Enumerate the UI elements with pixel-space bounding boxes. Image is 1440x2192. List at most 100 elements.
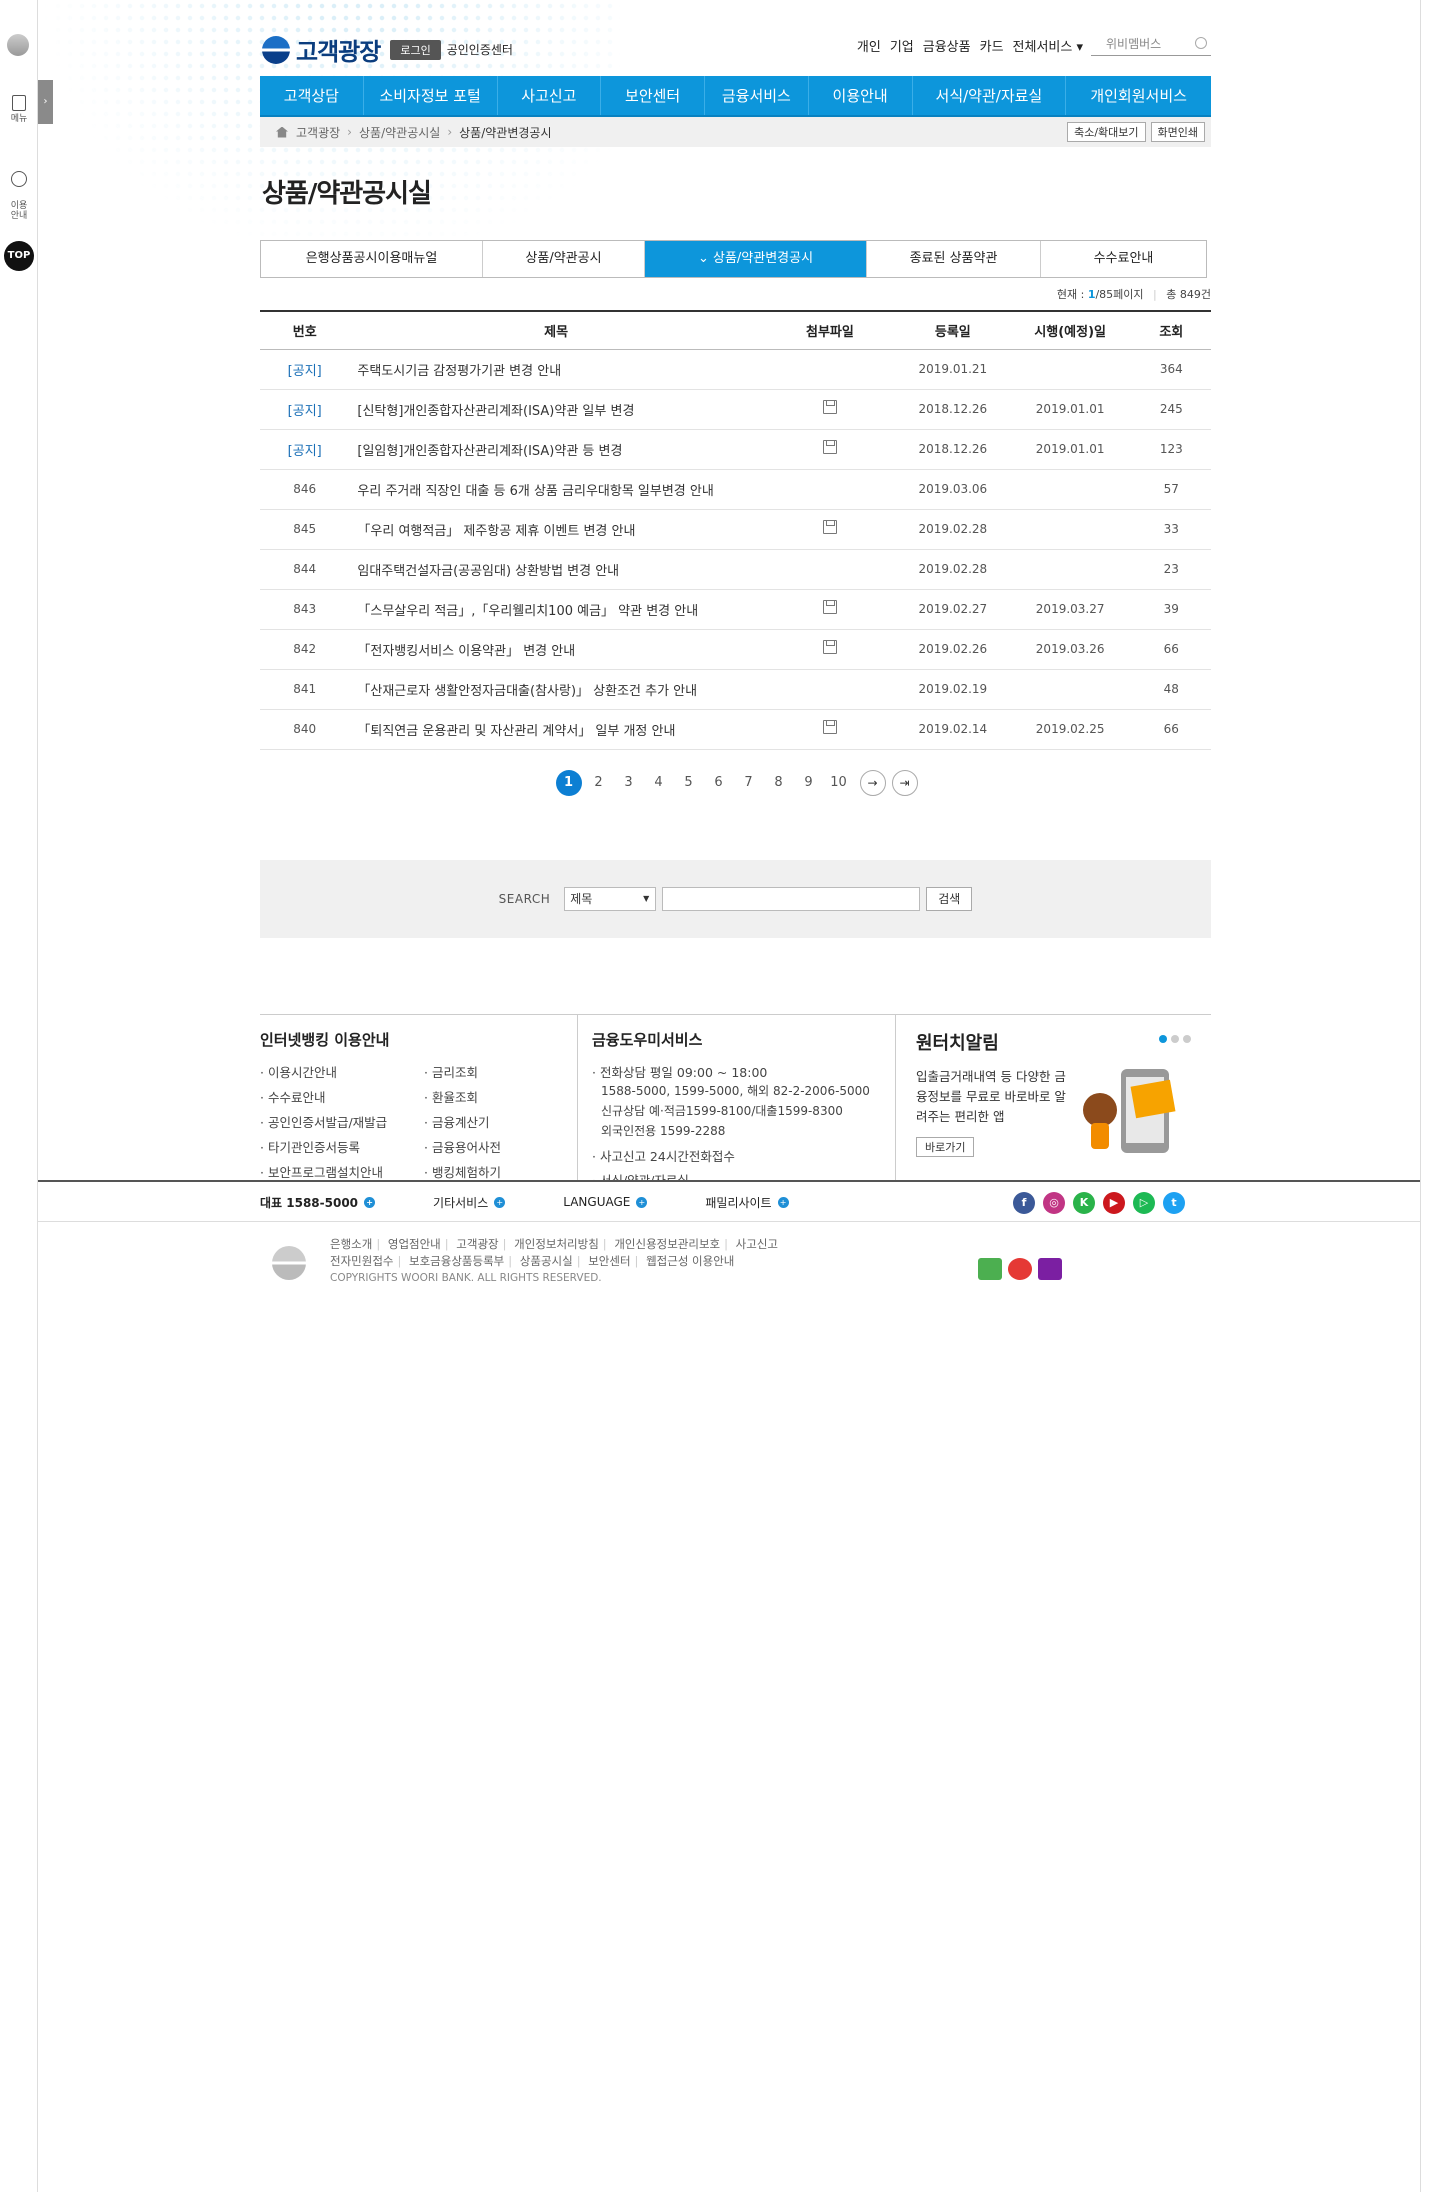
table-row[interactable]: 840 「퇴직연금 운용관리 및 자산관리 계약서」 일부 개정 안내 2019.0…: [260, 709, 1211, 750]
indicator-dot[interactable]: [1183, 1034, 1191, 1043]
banking-guide-link[interactable]: 뱅킹체험하기: [424, 1162, 564, 1181]
banking-guide-link[interactable]: 금융계산기: [424, 1112, 564, 1131]
footer-link[interactable]: 고객광장: [456, 1237, 498, 1251]
table-row[interactable]: [공지] [신탁형]개인종합자산관리계좌(ISA)약관 일부 변경 2018.12.…: [260, 389, 1211, 430]
row-attachment[interactable]: [762, 589, 897, 630]
footer-link[interactable]: 보호금융상품등록부: [409, 1254, 504, 1268]
tab-ended-terms[interactable]: 종료된 상품약관: [867, 241, 1041, 277]
indicator-dot[interactable]: [1171, 1034, 1179, 1043]
gnb-item-guide[interactable]: 이용안내: [809, 76, 913, 115]
sidebar-menu-button[interactable]: 메뉴: [0, 95, 38, 125]
gnb-item-accident-report[interactable]: 사고신고: [498, 76, 602, 115]
row-attachment[interactable]: [762, 629, 897, 670]
footer-link[interactable]: 보안센터: [588, 1254, 630, 1268]
footer-main-phone[interactable]: 대표 1588-5000 +: [260, 1194, 376, 1211]
woori-logo-icon[interactable]: [262, 35, 290, 64]
page-9-button[interactable]: 9: [794, 775, 824, 790]
header-search-input[interactable]: 위비멤버스: [1091, 34, 1211, 56]
row-attachment[interactable]: [762, 429, 897, 470]
gnb-item-security-center[interactable]: 보안센터: [601, 76, 705, 115]
floppy-disk-icon[interactable]: [822, 640, 837, 654]
row-title-link[interactable]: 「산재근로자 생활안정자금대출(참사랑)」 상환조건 추가 안내: [349, 669, 763, 710]
print-button[interactable]: 화면인쇄: [1150, 122, 1205, 142]
footer-link[interactable]: 사고신고: [736, 1237, 778, 1251]
banking-guide-link[interactable]: 금융용어사전: [424, 1137, 564, 1156]
footer-link[interactable]: 전자민원접수: [330, 1254, 393, 1268]
footer-link[interactable]: 웹접근성 이용안내: [646, 1254, 734, 1268]
row-title-link[interactable]: 「우리 여행적금」 제주항공 제휴 이벤트 변경 안내: [349, 509, 763, 550]
util-personal-link[interactable]: 개인: [857, 36, 881, 55]
footer-link[interactable]: 영업점안내: [388, 1237, 441, 1251]
page-6-button[interactable]: 6: [704, 775, 734, 790]
onetouch-go-button[interactable]: 바로가기: [916, 1136, 975, 1157]
search-button[interactable]: 검색: [926, 886, 973, 911]
table-row[interactable]: 841 「산재근로자 생활안정자금대출(참사랑)」 상환조건 추가 안내 2019.…: [260, 669, 1211, 710]
floppy-disk-icon[interactable]: [822, 720, 837, 734]
page-3-button[interactable]: 3: [614, 775, 644, 790]
search-input[interactable]: [662, 886, 921, 911]
util-products-link[interactable]: 금융상품: [923, 36, 971, 55]
row-title-link[interactable]: 「퇴직연금 운용관리 및 자산관리 계약서」 일부 개정 안내: [349, 709, 763, 750]
banking-guide-link[interactable]: 타기관인증서등록: [260, 1137, 424, 1156]
breadcrumb-item-2[interactable]: 상품/약관공시실: [359, 124, 440, 141]
tab-fees[interactable]: 수수료안내: [1041, 241, 1206, 277]
row-attachment[interactable]: [762, 509, 897, 550]
footer-link[interactable]: 개인신용정보관리보호: [614, 1237, 720, 1251]
cert-center-link[interactable]: 공인인증센터: [447, 41, 513, 58]
table-row[interactable]: 844 임대주택건설자금(공공임대) 상환방법 변경 안내 2019.02.28 23: [260, 549, 1211, 590]
facebook-icon[interactable]: f: [1013, 1192, 1035, 1214]
zoom-button[interactable]: 축소/확대보기: [1067, 122, 1146, 142]
accident-report-link[interactable]: 사고신고 24시간전화접수: [592, 1146, 895, 1165]
banking-guide-link[interactable]: 금리조회: [424, 1062, 564, 1081]
page-8-button[interactable]: 8: [764, 775, 794, 790]
row-attachment[interactable]: [762, 389, 897, 430]
tab-product-terms[interactable]: 상품/약관공시: [483, 241, 645, 277]
page-4-button[interactable]: 4: [644, 775, 674, 790]
table-row[interactable]: 843 「스무살우리 적금」,「우리웰리치100 예금」 약관 변경 안내 2019…: [260, 589, 1211, 630]
site-title[interactable]: 고객광장: [296, 32, 381, 67]
table-row[interactable]: [공지] [일임형]개인종합자산관리계좌(ISA)약관 등 변경 2018.12.2…: [260, 429, 1211, 470]
footer-link[interactable]: 개인정보처리방침: [514, 1237, 599, 1251]
table-row[interactable]: 845 「우리 여행적금」 제주항공 제휴 이벤트 변경 안내 2019.02.28…: [260, 509, 1211, 550]
floppy-disk-icon[interactable]: [822, 600, 837, 614]
search-field-select[interactable]: 제목: [564, 886, 657, 911]
row-title-link[interactable]: 「스무살우리 적금」,「우리웰리치100 예금」 약관 변경 안내: [349, 589, 763, 630]
page-2-button[interactable]: 2: [584, 775, 614, 790]
floppy-disk-icon[interactable]: [822, 440, 837, 454]
banking-guide-link[interactable]: 수수료안내: [260, 1087, 424, 1106]
footer-other-services[interactable]: 기타서비스 +: [433, 1194, 506, 1211]
floppy-disk-icon[interactable]: [822, 520, 837, 534]
row-title-link[interactable]: 「전자뱅킹서비스 이용약관」 변경 안내: [349, 629, 763, 670]
footer-language[interactable]: LANGUAGE +: [563, 1195, 648, 1209]
row-title-link[interactable]: 주택도시기금 감정평가기관 변경 안내: [349, 349, 763, 390]
banking-guide-link[interactable]: 이용시간안내: [260, 1062, 424, 1081]
table-row[interactable]: 846 우리 주거래 직장인 대출 등 6개 상품 금리우대항목 일부변경 안내 2…: [260, 469, 1211, 510]
gnb-item-consult[interactable]: 고객상담: [260, 76, 364, 115]
twitter-icon[interactable]: t: [1163, 1192, 1185, 1214]
naver-tv-icon[interactable]: ▷: [1133, 1192, 1155, 1214]
page-10-button[interactable]: 10: [824, 775, 854, 790]
row-attachment[interactable]: [762, 709, 897, 750]
row-title-link[interactable]: 임대주택건설자금(공공임대) 상환방법 변경 안내: [349, 549, 763, 590]
kakaostory-icon[interactable]: K: [1073, 1192, 1095, 1214]
table-row[interactable]: 842 「전자뱅킹서비스 이용약관」 변경 안내 2019.02.26 2019.03…: [260, 629, 1211, 670]
last-page-arrow-icon[interactable]: ⇥: [891, 769, 918, 796]
row-title-link[interactable]: [신탁형]개인종합자산관리계좌(ISA)약관 일부 변경: [349, 389, 763, 430]
page-7-button[interactable]: 7: [734, 775, 764, 790]
banking-guide-link[interactable]: 공인인증서발급/재발급: [260, 1112, 424, 1131]
gnb-item-member-service[interactable]: 개인회원서비스: [1066, 76, 1211, 115]
util-corporate-link[interactable]: 기업: [890, 36, 914, 55]
row-title-link[interactable]: [일임형]개인종합자산관리계좌(ISA)약관 등 변경: [349, 429, 763, 470]
gnb-item-forms[interactable]: 서식/약관/자료실: [913, 76, 1067, 115]
sidebar-toggle-button[interactable]: ›: [38, 80, 53, 124]
banner-indicator[interactable]: [1155, 1034, 1191, 1043]
tab-terms-changes[interactable]: ⌄ 상품/약관변경공시: [645, 241, 867, 277]
scroll-top-button[interactable]: TOP: [4, 241, 34, 271]
tab-manual[interactable]: 은행상품공시이용매뉴얼: [261, 241, 483, 277]
breadcrumb-item-1[interactable]: 고객광장: [296, 124, 340, 141]
banking-guide-link[interactable]: 환율조회: [424, 1087, 564, 1106]
table-row[interactable]: [공지] 주택도시기금 감정평가기관 변경 안내 2019.01.21 364: [260, 349, 1211, 390]
footer-family-sites[interactable]: 패밀리사이트 +: [705, 1194, 789, 1211]
login-button[interactable]: 로그인: [390, 39, 441, 60]
search-icon[interactable]: [1195, 37, 1207, 49]
